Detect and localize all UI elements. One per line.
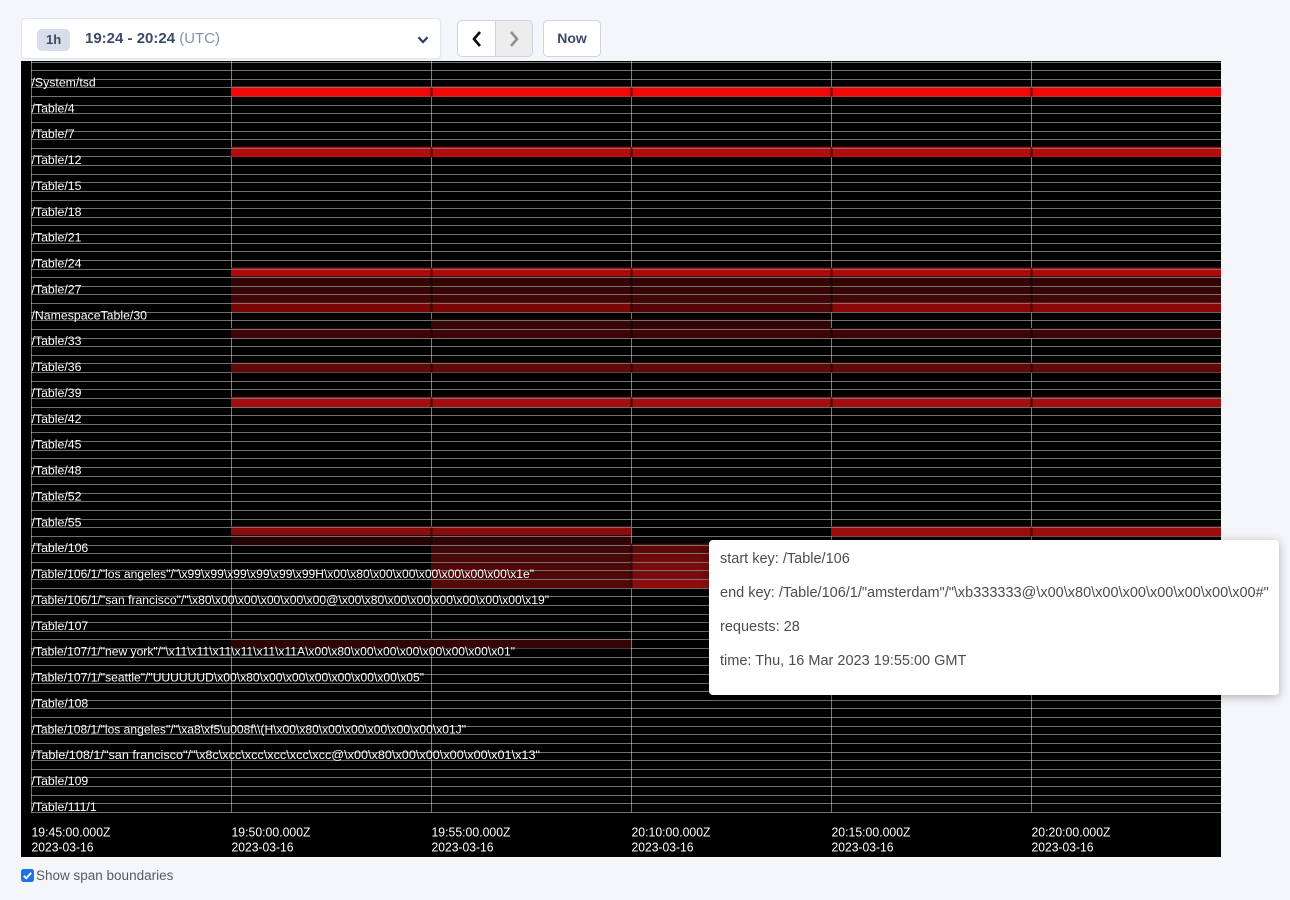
svg-text:2023-03-16: 2023-03-16 [232,840,294,855]
svg-text:20:20:00.000Z: 20:20:00.000Z [1032,825,1111,840]
svg-text:19:45:00.000Z: 19:45:00.000Z [32,825,111,840]
svg-text:/Table/108: /Table/108 [32,696,89,710]
svg-text:/Table/39: /Table/39 [32,386,82,400]
svg-text:/Table/111/1: /Table/111/1 [32,800,97,814]
svg-text:/Table/107/1/"seattle"/"UUUUUU: /Table/107/1/"seattle"/"UUUUUUD\x00\x80\… [32,671,425,685]
svg-text:/Table/106/1/"san francisco"/": /Table/106/1/"san francisco"/"\x80\x00\x… [32,593,550,607]
svg-text:/Table/52: /Table/52 [32,489,82,503]
svg-text:20:15:00.000Z: 20:15:00.000Z [832,825,911,840]
svg-text:/Table/24: /Table/24 [32,257,82,271]
svg-text:/Table/107/1/"new york"/"\x11\: /Table/107/1/"new york"/"\x11\x11\x11\x1… [32,645,516,659]
svg-text:/Table/55: /Table/55 [32,515,82,529]
svg-text:/Table/7: /Table/7 [32,127,75,141]
svg-text:2023-03-16: 2023-03-16 [432,840,494,855]
svg-text:/Table/15: /Table/15 [32,179,82,193]
svg-text:2023-03-16: 2023-03-16 [32,840,94,855]
svg-text:/Table/45: /Table/45 [32,438,82,452]
svg-text:/Table/4: /Table/4 [32,101,75,115]
svg-text:/Table/42: /Table/42 [32,412,82,426]
svg-text:/Table/108/1/"san francisco"/": /Table/108/1/"san francisco"/"\x8c\xcc\x… [32,748,541,762]
svg-text:/Table/107: /Table/107 [32,619,89,633]
svg-text:/NamespaceTable/30: /NamespaceTable/30 [32,308,148,322]
svg-text:19:50:00.000Z: 19:50:00.000Z [232,825,311,840]
svg-text:2023-03-16: 2023-03-16 [832,840,894,855]
svg-text:/System/tsd: /System/tsd [32,75,96,89]
svg-text:/Table/36: /Table/36 [32,360,82,374]
svg-text:/Table/18: /Table/18 [32,205,82,219]
svg-text:/Table/33: /Table/33 [32,334,82,348]
svg-text:2023-03-16: 2023-03-16 [632,840,694,855]
svg-text:2023-03-16: 2023-03-16 [1032,840,1094,855]
svg-text:/Table/21: /Table/21 [32,231,82,245]
svg-text:20:10:00.000Z: 20:10:00.000Z [632,825,711,840]
svg-text:/Table/108/1/"los angeles"/"\x: /Table/108/1/"los angeles"/"\xa8\xf5\u00… [32,722,467,736]
svg-text:19:55:00.000Z: 19:55:00.000Z [432,825,511,840]
svg-text:/Table/106: /Table/106 [32,541,89,555]
svg-text:/Table/27: /Table/27 [32,282,82,296]
svg-text:/Table/48: /Table/48 [32,464,82,478]
svg-text:/Table/12: /Table/12 [32,153,82,167]
svg-text:/Table/106/1/"los angeles"/"\x: /Table/106/1/"los angeles"/"\x99\x99\x99… [32,567,535,581]
svg-text:/Table/109: /Table/109 [32,774,89,788]
